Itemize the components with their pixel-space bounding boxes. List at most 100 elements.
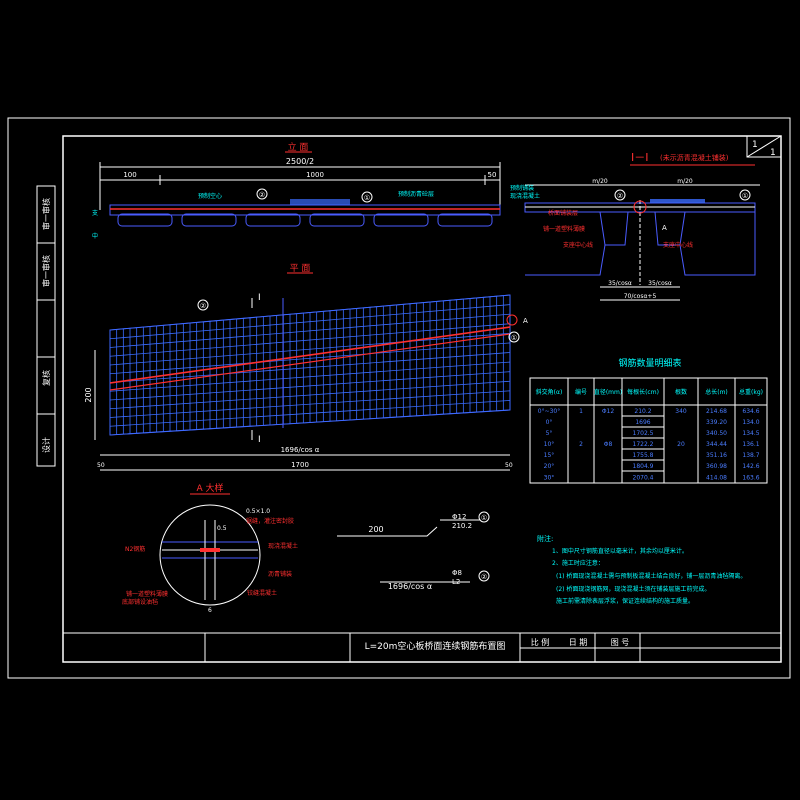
table-cell: 20	[677, 441, 685, 448]
section-view: I－I (未示沥青混凝土铺装) m/20 m/20 预制铺装 现浇混凝土 桥面铺…	[510, 151, 760, 301]
detail-note-red-7: 底部铺设油毡	[122, 598, 158, 606]
detail-note-red-6: 铺一道塑料薄膜	[126, 590, 168, 598]
table-cell: 1702.5	[633, 430, 654, 437]
detail-note-red-5: 铰缝混凝土	[247, 589, 277, 597]
elev-left-mark-2: 中	[92, 232, 98, 240]
section-hatch	[650, 199, 705, 203]
table-header-cell: 编号	[575, 388, 587, 396]
rebar-1-callout: ①	[481, 514, 487, 522]
detail-note-red-2: 现浇混凝土	[268, 542, 298, 550]
scale-label: 比 例	[531, 637, 550, 647]
section-label-right-box: 支座中心线	[663, 241, 693, 249]
section-label-top-left: 预制铺装	[510, 184, 534, 192]
svg-text:②: ②	[200, 302, 206, 310]
table-cell: Φ8	[604, 441, 613, 448]
plan-callout-1: ①	[508, 331, 520, 343]
table-header-cell: 直径(mm)	[594, 388, 622, 396]
svg-text:②: ②	[259, 191, 265, 199]
table-cell: 1696	[635, 419, 650, 426]
table-cell: 351.16	[706, 452, 727, 459]
table-cell: Φ12	[602, 408, 615, 415]
plan-section-mark-top: I	[258, 293, 261, 303]
table-cell: 634.6	[742, 408, 759, 415]
table-cell: 0°~30°	[538, 408, 560, 415]
side-item-2: 复核	[41, 370, 51, 386]
table-cell: 134.0	[742, 419, 759, 426]
section-callout-1: ①	[739, 189, 751, 201]
detail-note-red-3: 沥青铺装	[268, 570, 292, 578]
section-title: I－I	[631, 151, 649, 164]
table-cell: 0°	[546, 419, 553, 426]
svg-text:②: ②	[617, 192, 623, 200]
rebar-2-length: L2	[452, 578, 460, 586]
rebar-1-length: 210.2	[452, 522, 472, 530]
elev-dim-total: 2500/2	[286, 157, 314, 166]
table-header-cell: 斜交角(α)	[536, 388, 563, 396]
detail-a-view: A 大样 0.5×1.0 0.5 锯缝，灌注密封胶 现浇混凝土 沥青铺装 N2钢…	[122, 482, 298, 614]
table-cell: 30°	[544, 475, 555, 482]
elev-hollow-core	[373, 213, 429, 227]
elevation-view: 立 面 2500/2 100 1000 50 ② ① 预制空心 预制沥青砼层 支…	[92, 141, 501, 240]
elev-callout-2: ②	[256, 188, 268, 200]
table-cell: 2	[579, 441, 583, 448]
sheet-number-box: 1 1	[746, 135, 782, 158]
svg-text:①: ①	[511, 334, 517, 342]
plan-rebar-mesh	[109, 294, 511, 436]
table-cell: 142.6	[742, 463, 759, 470]
plan-dim-length-upper: 1696/cos α	[281, 446, 320, 454]
table-cell: 414.08	[706, 475, 727, 482]
drawing-title: L=20m空心板桥面连续钢筋布置图	[365, 640, 506, 652]
detail-note-red-4: N2钢筋	[125, 545, 145, 553]
title-block: L=20m空心板桥面连续钢筋布置图 比 例 日 期 图 号	[62, 632, 782, 663]
section-label-red-2: 铺一道塑料薄膜	[543, 225, 585, 233]
table-cell: 163.6	[742, 475, 759, 482]
table-cell: 339.20	[706, 419, 727, 426]
elev-hollow-core	[437, 213, 493, 227]
section-dim-d: 35/cosα	[648, 280, 672, 287]
notes-block: 附注: 1、图中尺寸钢筋直径以毫米计，其余均以厘米计。 2、施工时应注意： (1…	[537, 534, 746, 605]
plan-dim-height: 200	[84, 387, 93, 402]
table-header-cell: 根数	[675, 388, 687, 396]
plan-section-mark-bottom: I	[258, 435, 261, 445]
rebar-1-length-label: 200	[368, 525, 383, 534]
svg-text:①: ①	[364, 194, 370, 202]
notes-line-2: (1) 桥面现浇混凝土需与预制板混凝土结合良好，铺一层沥青油毡隔离。	[556, 572, 746, 580]
elev-dim-left: 100	[123, 171, 136, 179]
elev-left-mark: 支	[92, 209, 98, 217]
table-cell: 214.68	[706, 408, 727, 415]
notes-line-4: 施工前需清除表层浮浆，保证连续结构的施工质量。	[556, 597, 694, 605]
rebar-1-shape: 200 Φ12 210.2 ①	[337, 511, 490, 537]
table-cell: 2070.4	[633, 475, 654, 482]
table-cell: 134.5	[742, 430, 759, 437]
plan-dim-left: 50	[97, 462, 105, 469]
table-title: 钢筋数量明细表	[618, 357, 681, 369]
section-dim-e: 70/cosα+5	[624, 293, 657, 300]
side-item-1: 审一审核	[41, 255, 51, 287]
date-label: 日 期	[569, 638, 588, 647]
elev-hollow-core	[245, 213, 301, 227]
table-cell: 1722.2	[633, 441, 654, 448]
side-item-3: 设计	[41, 437, 51, 453]
section-callout-2: ②	[614, 189, 626, 201]
table-cell: 344.44	[706, 441, 727, 448]
detail-circle	[159, 504, 261, 606]
table-cell: 5°	[546, 430, 553, 437]
table-cell: 20°	[544, 463, 555, 470]
plan-callout-2: ②	[197, 299, 209, 311]
elev-callout-1: ①	[361, 191, 373, 203]
section-label-mid-left: 现浇混凝土	[510, 192, 540, 200]
sheet-total: 1	[770, 148, 776, 158]
drawing-no-label: 图 号	[611, 638, 630, 647]
notes-line-3: (2) 桥面现浇钢筋网，现浇混凝土须在铺装层施工前完成。	[556, 585, 710, 593]
detail-note-gap: 0.5	[217, 525, 227, 532]
section-dim-b: m/20	[677, 178, 693, 185]
elev-right-note: 预制沥青砼层	[398, 190, 434, 198]
plan-dim-right: 50	[505, 462, 513, 469]
side-signature-block: 审一审核 审一审核 复核 设计	[36, 185, 56, 467]
elev-dim-mid: 1000	[306, 171, 324, 179]
elevation-title: 立 面	[288, 141, 309, 153]
rebar-2-spec: Φ8	[452, 569, 462, 577]
table-cell: 340	[675, 408, 687, 415]
detail-dim-bottom: 6	[208, 607, 212, 614]
rebar-table: 钢筋数量明细表 斜交角(α) 编号 直径(mm) 每根长(cm) 根数 总长(m) 总重(k…	[529, 357, 768, 484]
